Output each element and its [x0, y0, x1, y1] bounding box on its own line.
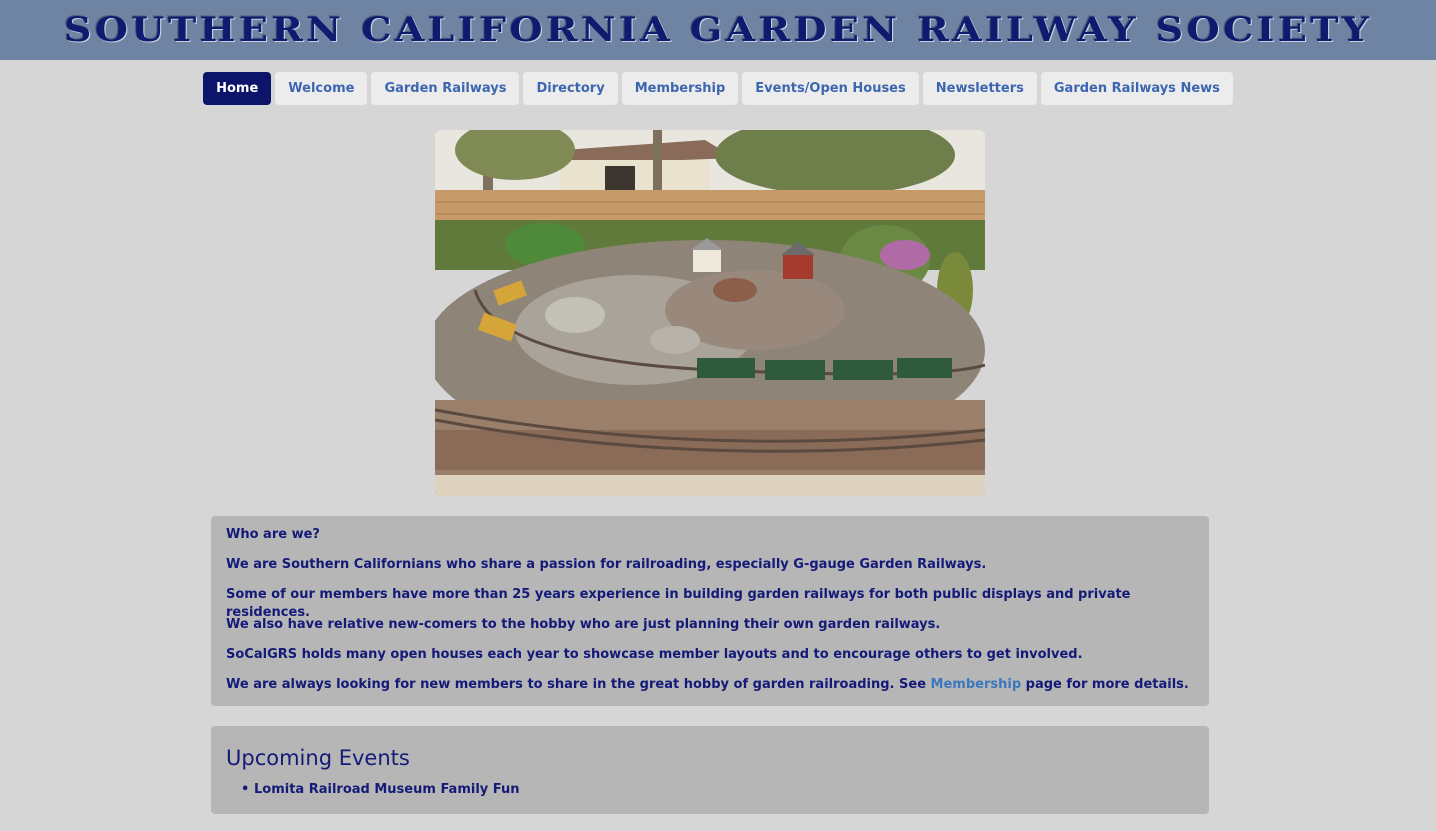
garden-railway-photo [435, 130, 985, 496]
about-line: Some of our members have more than 25 ye… [226, 587, 1131, 620]
about-line: SoCalGRS holds many open houses each yea… [226, 647, 1083, 662]
site-header: SOUTHERN CALIFORNIA GARDEN RAILWAY SOCIE… [0, 0, 1436, 60]
about-membership-prefix: We are always looking for new members to… [226, 677, 931, 692]
nav-newsletters[interactable]: Newsletters [922, 72, 1037, 105]
nav-welcome[interactable]: Welcome [275, 72, 368, 105]
nav-directory[interactable]: Directory [523, 72, 618, 105]
events-heading: Upcoming Events [226, 746, 410, 770]
event-item[interactable]: Lomita Railroad Museum Family Fun [241, 782, 1194, 797]
about-panel: Who are we? We are Southern Californians… [211, 516, 1209, 706]
about-membership-line: We are always looking for new members to… [226, 676, 1194, 706]
about-membership-suffix: page for more details. [1021, 677, 1189, 692]
nav-events-open-houses[interactable]: Events/Open Houses [742, 72, 919, 105]
about-heading: Who are we? [226, 527, 320, 542]
about-line: We also have relative new-comers to the … [226, 617, 941, 632]
nav-garden-railways-news[interactable]: Garden Railways News [1040, 72, 1233, 105]
events-panel: Upcoming Events Lomita Railroad Museum F… [211, 726, 1209, 814]
events-list: Lomita Railroad Museum Family Fun [226, 782, 1194, 797]
nav-home[interactable]: Home [203, 72, 272, 105]
about-line: We are Southern Californians who share a… [226, 557, 987, 572]
nav-garden-railways[interactable]: Garden Railways [371, 72, 520, 105]
main-nav: Home Welcome Garden Railways Directory M… [0, 72, 1436, 105]
hero-image [435, 130, 985, 496]
site-title: SOUTHERN CALIFORNIA GARDEN RAILWAY SOCIE… [63, 10, 1373, 50]
membership-link[interactable]: Membership [931, 677, 1022, 692]
nav-membership[interactable]: Membership [621, 72, 739, 105]
